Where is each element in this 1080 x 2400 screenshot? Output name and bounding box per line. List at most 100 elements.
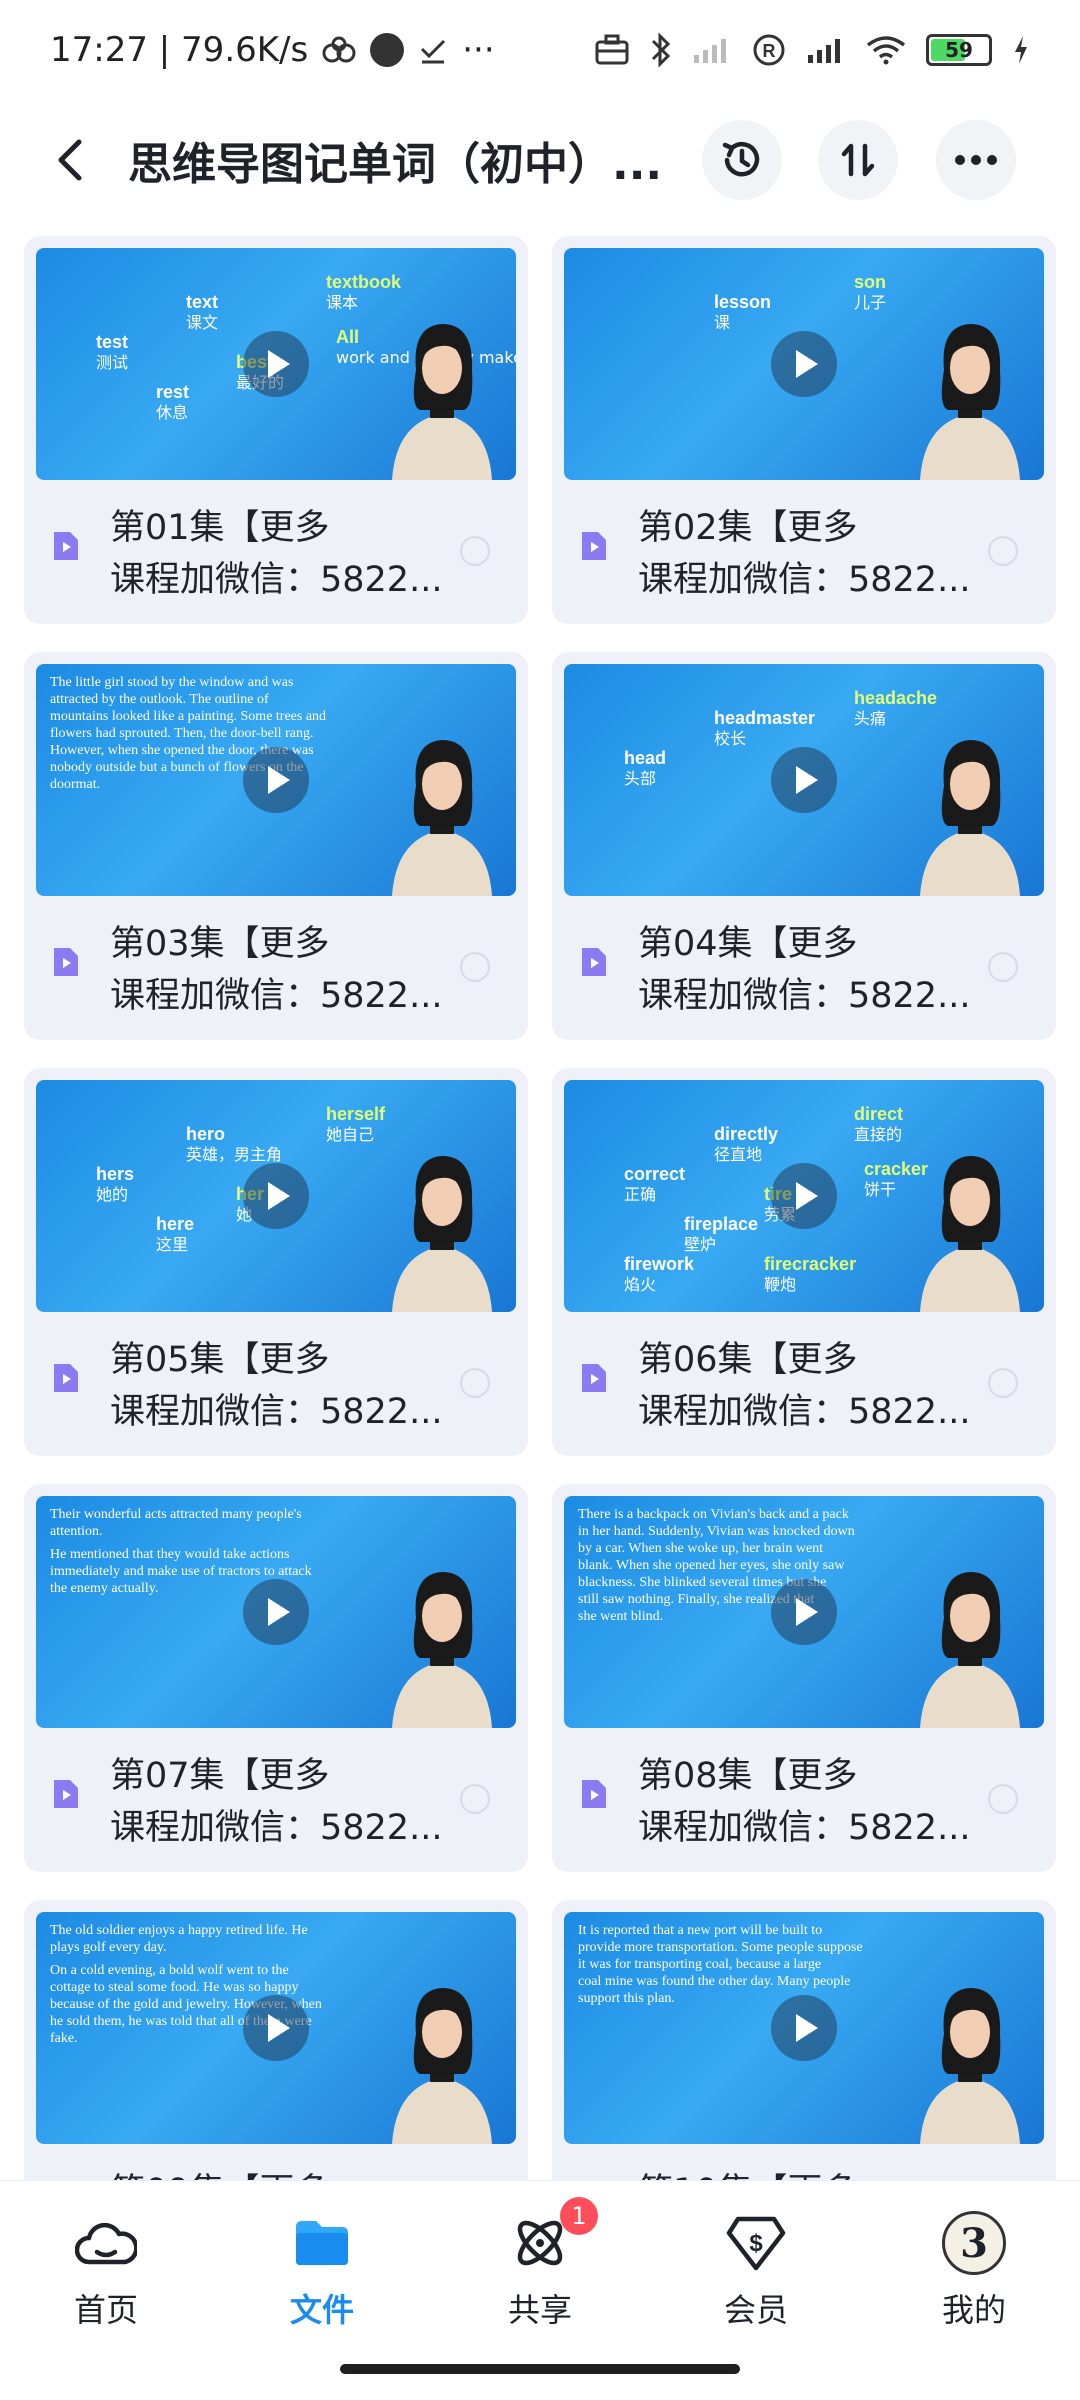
board-text-line: The old soldier enjoys a happy retired l… (50, 1923, 308, 1938)
teacher-figure (920, 1988, 1020, 2144)
board-text-line: coal mine was found the other day. Many … (578, 1974, 850, 1989)
nav-me[interactable]: 3 我的 (904, 2211, 1044, 2341)
play-icon[interactable] (771, 1163, 837, 1229)
board-word-meaning: 正确 (624, 1185, 656, 1204)
board-word: headmaster (714, 708, 815, 728)
select-checkbox[interactable] (460, 952, 490, 982)
video-file-icon (54, 532, 78, 560)
board-word: rest (156, 382, 189, 402)
board-word-meaning: 鞭炮 (764, 1275, 796, 1294)
teacher-figure (920, 740, 1020, 896)
video-thumbnail[interactable]: It is reported that a new port will be b… (564, 1912, 1044, 2144)
video-thumbnail[interactable]: lesson 课 son 儿子 (564, 248, 1044, 480)
play-icon[interactable] (771, 331, 837, 397)
file-card[interactable]: hero 英雄，男主角 herself 她自己 hers 她的 her 她 here 这里 第05… (24, 1068, 528, 1456)
bluetooth-icon (651, 32, 671, 68)
select-checkbox[interactable] (988, 536, 1018, 566)
board-text-line: He mentioned that they would take action… (50, 1547, 290, 1562)
board-word-meaning: 这里 (156, 1235, 188, 1254)
file-card[interactable]: lesson 课 son 儿子 第02集【更多 课程加微信：5822... (552, 236, 1056, 624)
teacher-figure (920, 1572, 1020, 1728)
header: 思维导图记单词（初中）... (0, 100, 1080, 220)
video-file-icon (582, 1780, 606, 1808)
nav-files-label: 文件 (289, 2291, 354, 2329)
nav-share[interactable]: 1 共享 (470, 2197, 610, 2341)
play-icon[interactable] (771, 747, 837, 813)
file-name: 第01集【更多 课程加微信：5822... (110, 502, 440, 606)
video-thumbnail[interactable]: text 课文 textbook 课本 test 测试 best 最好的 rest 休息 All wo… (36, 248, 516, 480)
board-word-meaning: 径直地 (714, 1145, 762, 1164)
play-icon[interactable] (771, 1579, 837, 1645)
video-thumbnail[interactable]: The little girl stood by the window and … (36, 664, 516, 896)
board-word: hero (186, 1124, 225, 1144)
play-icon[interactable] (243, 747, 309, 813)
video-thumbnail[interactable]: Their wonderful acts attracted many peop… (36, 1496, 516, 1728)
video-thumbnail[interactable]: directly 径直地 direct 直接的 correct 正确 tire 劳累 firep… (564, 1080, 1044, 1312)
teacher-figure (392, 740, 492, 896)
board-word: All (336, 327, 359, 347)
board-word: son (854, 272, 886, 292)
play-icon[interactable] (243, 1995, 309, 2061)
video-thumbnail[interactable]: The old soldier enjoys a happy retired l… (36, 1912, 516, 2144)
select-checkbox[interactable] (460, 1368, 490, 1398)
board-text-line: the enemy actually. (50, 1581, 158, 1596)
board-word-meaning: 课本 (326, 293, 358, 312)
board-text-line: On a cold evening, a bold wolf went to t… (50, 1963, 289, 1978)
file-card[interactable]: text 课文 textbook 课本 test 测试 best 最好的 rest 休息 All wo… (24, 236, 528, 624)
video-thumbnail[interactable]: There is a backpack on Vivian's back and… (564, 1496, 1044, 1728)
file-card[interactable]: There is a backpack on Vivian's back and… (552, 1484, 1056, 1872)
file-card[interactable]: Their wonderful acts attracted many peop… (24, 1484, 528, 1872)
play-icon[interactable] (243, 331, 309, 397)
file-name: 第08集【更多 课程加微信：5822... (638, 1750, 968, 1854)
nav-vip[interactable]: $ 会员 (686, 2211, 826, 2341)
play-icon[interactable] (771, 1995, 837, 2061)
file-card[interactable]: It is reported that a new port will be b… (552, 1900, 1056, 2204)
board-text-line: in her hand. Suddenly, Vivian was knocke… (578, 1524, 855, 1539)
status-bar: 17:27 | 79.6K/s ··· R 59 (0, 0, 1080, 100)
play-icon[interactable] (243, 1163, 309, 1229)
video-file-icon (582, 532, 606, 560)
file-card[interactable]: headmaster 校长 headache 头痛 head 头部 第04集【更多 课程加… (552, 652, 1056, 1040)
avatar-icon: 3 (942, 2211, 1006, 2275)
board-word-meaning: 课文 (186, 313, 218, 332)
play-icon[interactable] (243, 1579, 309, 1645)
avatar-wrapper: 3 (942, 2211, 1006, 2275)
board-word: head (624, 748, 666, 768)
video-thumbnail[interactable]: hero 英雄，男主角 herself 她自己 hers 她的 her 她 here 这里 (36, 1080, 516, 1312)
home-indicator[interactable] (340, 2364, 740, 2374)
back-button[interactable] (30, 120, 110, 200)
board-word-meaning: 英雄，男主角 (186, 1145, 282, 1164)
select-checkbox[interactable] (460, 536, 490, 566)
link-icon (322, 36, 356, 63)
svg-text:$: $ (749, 2230, 763, 2257)
board-word-meaning: 她的 (96, 1185, 128, 1204)
board-word-meaning: 头部 (624, 769, 656, 788)
nav-home[interactable]: 首页 (36, 2211, 176, 2341)
file-name-line2: 课程加微信：5822... (110, 560, 440, 600)
select-checkbox[interactable] (988, 952, 1018, 982)
select-checkbox[interactable] (460, 1784, 490, 1814)
nav-files[interactable]: 文件 (252, 2211, 392, 2341)
select-checkbox[interactable] (988, 1784, 1018, 1814)
board-text-line: by a car. When she woke up, her brain we… (578, 1541, 823, 1556)
more-button[interactable] (936, 120, 1016, 200)
video-file-icon (582, 948, 606, 976)
file-card[interactable]: The little girl stood by the window and … (24, 652, 528, 1040)
file-name-line1: 第01集【更多 (110, 508, 330, 548)
board-text-line: provide more transportation. Some people… (578, 1940, 863, 1955)
video-thumbnail[interactable]: headmaster 校长 headache 头痛 head 头部 (564, 664, 1044, 896)
briefcase-icon (595, 34, 629, 65)
file-name-line2: 课程加微信：5822... (638, 1392, 968, 1432)
sort-button[interactable] (818, 120, 898, 200)
file-card[interactable]: The old soldier enjoys a happy retired l… (24, 1900, 528, 2204)
file-name-line1: 第05集【更多 (110, 1340, 330, 1380)
file-card[interactable]: directly 径直地 direct 直接的 correct 正确 tire 劳累 firep… (552, 1068, 1056, 1456)
status-left: 17:27 | 79.6K/s ··· (50, 30, 495, 70)
history-icon (722, 142, 760, 177)
file-grid: text 课文 textbook 课本 test 测试 best 最好的 rest 休息 All wo… (24, 236, 1056, 2204)
board-text-line: it was for transporting coal, because a … (578, 1957, 821, 1972)
history-button[interactable] (702, 120, 782, 200)
board-word: firecracker (764, 1254, 856, 1274)
select-checkbox[interactable] (988, 1368, 1018, 1398)
file-name-line1: 第02集【更多 (638, 508, 858, 548)
